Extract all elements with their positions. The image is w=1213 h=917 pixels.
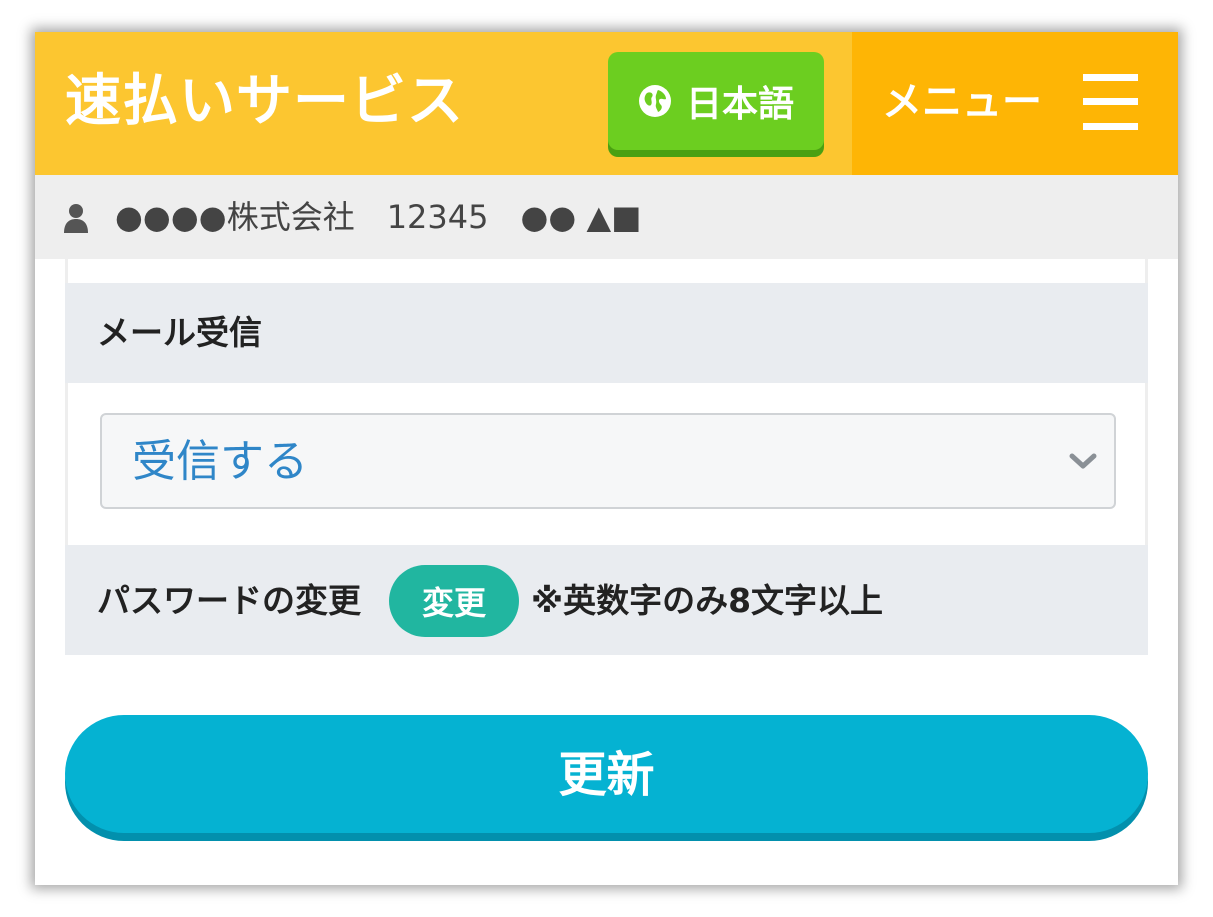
password-note: ※英数字のみ8文字以上 [531, 581, 884, 620]
header: 速払いサービス 日本語 メニュー [35, 32, 1178, 175]
menu-button[interactable]: メニュー [852, 32, 1178, 175]
password-label: パスワードの変更 [97, 581, 361, 620]
chevron-down-icon [1069, 453, 1097, 469]
change-password-button[interactable]: 変更 [389, 565, 519, 637]
hamburger-icon [1083, 74, 1138, 130]
update-button-label: 更新 [558, 747, 655, 803]
mail-receive-select[interactable]: 受信する [100, 413, 1116, 509]
password-section: パスワードの変更 変更 ※英数字のみ8文字以上 [65, 545, 1148, 655]
globe-icon [638, 85, 671, 117]
user-company-text: ●●●●株式会社 12345 ●● ▲■ [115, 198, 642, 236]
update-button[interactable]: 更新 [65, 715, 1148, 833]
card-divider [65, 259, 1148, 283]
mail-section-header: メール受信 [65, 283, 1148, 383]
mail-section-title: メール受信 [97, 313, 262, 352]
brand-title: 速払いサービス [65, 69, 464, 134]
app-frame: 速払いサービス 日本語 メニュー ●●●●株式会社 12345 ●● ▲■ メー… [35, 32, 1178, 885]
language-label: 日本語 [685, 84, 794, 125]
user-bar: ●●●●株式会社 12345 ●● ▲■ [35, 175, 1178, 259]
user-icon [64, 204, 88, 233]
mail-receive-value: 受信する [132, 436, 308, 487]
menu-label: メニュー [882, 79, 1042, 125]
language-button[interactable]: 日本語 [608, 52, 824, 150]
mail-section-body: 受信する [65, 383, 1148, 545]
change-password-label: 変更 [421, 584, 486, 622]
settings-form: メール受信 受信する パスワードの変更 変更 ※英数字のみ8文字以上 更新 [65, 259, 1148, 885]
